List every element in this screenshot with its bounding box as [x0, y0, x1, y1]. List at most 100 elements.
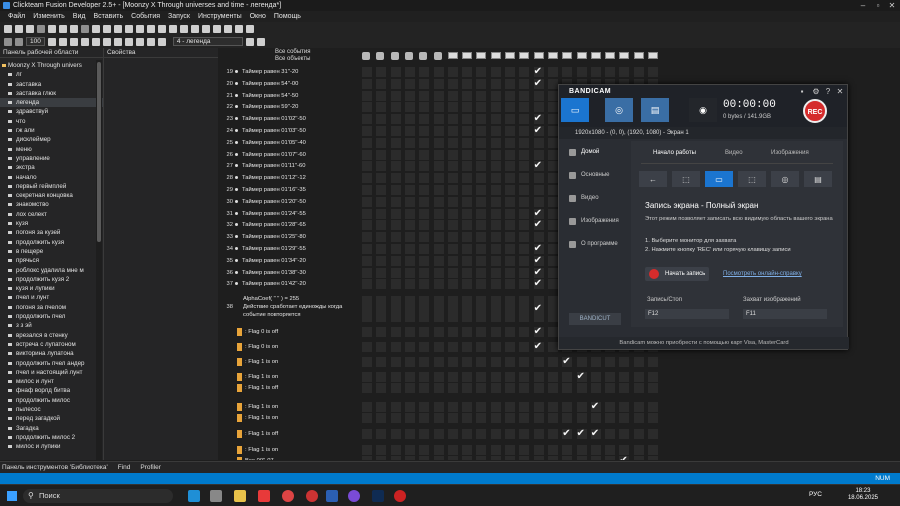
grid-cell[interactable] [419, 102, 430, 113]
maximize-icon[interactable]: ▫ [871, 0, 885, 11]
grid-cell[interactable] [619, 357, 630, 368]
grid-cell[interactable] [404, 208, 415, 219]
grid-cell[interactable] [562, 413, 573, 424]
explorer-icon[interactable] [234, 490, 246, 502]
grid-cell[interactable] [362, 232, 372, 243]
grid-cell[interactable] [419, 267, 430, 278]
bandicam-game-mode-icon[interactable]: ◎ [605, 98, 633, 122]
grid-cell[interactable] [505, 372, 515, 383]
grid-cell[interactable] [619, 402, 630, 413]
grid-cell[interactable] [419, 208, 430, 219]
grid-cell[interactable] [390, 456, 401, 460]
grid-cell[interactable] [605, 402, 616, 413]
grid-cell[interactable] [476, 149, 487, 160]
grid-cell[interactable] [648, 429, 658, 440]
grid-cell[interactable] [619, 383, 630, 394]
object-icon[interactable] [619, 52, 630, 59]
grid-cell[interactable] [619, 372, 630, 383]
grid-cell[interactable] [590, 445, 601, 456]
grid-cell[interactable] [404, 185, 415, 195]
grid-cell[interactable] [433, 372, 444, 383]
grid-cell[interactable] [547, 78, 558, 89]
build-icon[interactable] [147, 24, 155, 33]
grid-cell[interactable] [419, 78, 430, 89]
grid-cell[interactable] [376, 456, 387, 460]
layers-icon[interactable] [180, 24, 188, 33]
grid-cell[interactable] [362, 445, 372, 456]
grid-cell[interactable] [376, 429, 387, 440]
grid-cell[interactable] [505, 327, 515, 338]
pause-icon[interactable] [69, 37, 78, 46]
grid-cell[interactable] [404, 137, 415, 148]
grid-cell[interactable] [547, 244, 558, 254]
grid-cell[interactable] [390, 173, 401, 184]
grid-cell[interactable] [476, 327, 487, 338]
grid-cell[interactable] [505, 78, 515, 89]
grid-cell[interactable] [547, 90, 558, 101]
grid-cell[interactable] [490, 208, 501, 219]
copy-icon[interactable] [59, 24, 67, 33]
grid-cell[interactable] [490, 67, 501, 77]
grid-cell[interactable] [505, 196, 515, 207]
grid-cell[interactable] [590, 357, 601, 368]
grid-cell[interactable] [505, 149, 515, 160]
grid-cell[interactable] [376, 255, 387, 266]
grid-cell[interactable] [519, 114, 530, 125]
grid-cell[interactable] [476, 342, 487, 353]
grid-cell[interactable] [519, 137, 530, 148]
grid-cell[interactable] [533, 402, 544, 413]
check-icon[interactable]: ✔ [534, 78, 542, 89]
grid-cell[interactable] [433, 402, 444, 413]
grid-cell[interactable] [433, 357, 444, 368]
grid-cell[interactable] [562, 445, 573, 456]
check-icon[interactable]: ✔ [534, 342, 542, 352]
grid-cell[interactable] [476, 208, 487, 219]
grid-cell[interactable] [404, 342, 415, 353]
grid-cell[interactable] [447, 456, 458, 460]
grid-cell[interactable] [362, 279, 372, 290]
help-icon[interactable] [114, 24, 122, 33]
grid-cell[interactable] [362, 342, 372, 353]
event-condition[interactable]: Таймер равен 01'20''-50 [235, 199, 306, 205]
grid-cell[interactable] [648, 357, 658, 368]
event-condition[interactable]: Таймер равен 59''-20 [235, 104, 298, 110]
system-object-icon[interactable] [376, 52, 385, 60]
grid-cell[interactable] [419, 429, 430, 440]
grid-cell[interactable] [404, 429, 415, 440]
grid-cell[interactable] [390, 445, 401, 456]
tree-item[interactable]: милос и лупики [0, 442, 103, 451]
grid-cell[interactable] [404, 78, 415, 89]
grid-cell[interactable] [490, 137, 501, 148]
grid-cell[interactable] [433, 429, 444, 440]
grid-cell[interactable] [404, 196, 415, 207]
grid-cell[interactable] [547, 429, 558, 440]
grid-cell[interactable] [404, 267, 415, 278]
grid-cell[interactable] [447, 372, 458, 383]
tree-item[interactable]: погоня за кузей [0, 228, 103, 237]
event-condition[interactable]: Таймер равен 01'12''-12 [235, 175, 306, 181]
system-object-icon[interactable] [419, 52, 428, 60]
tree-item[interactable]: перед загадкой [0, 414, 103, 423]
grid-cell[interactable] [476, 267, 487, 278]
grid-cell[interactable] [362, 173, 372, 184]
grid-cell[interactable] [447, 161, 458, 172]
bandicam-webcam-icon[interactable]: ◉ [689, 98, 717, 122]
bandicam-tab-start[interactable]: Начало работы [653, 150, 696, 156]
grid-cell[interactable] [462, 456, 473, 460]
grid-cell[interactable] [447, 185, 458, 195]
event-condition[interactable]: Таймер равен 01'16''-35 [235, 187, 306, 193]
check-icon[interactable]: ✔ [534, 220, 542, 230]
event-condition[interactable]: Таймер равен 01'34''-20 [235, 258, 306, 264]
grid-cell[interactable] [462, 137, 473, 148]
grid-cell[interactable] [648, 383, 658, 394]
grid-cell[interactable] [505, 244, 515, 254]
grid-cell[interactable] [390, 357, 401, 368]
browser-icon[interactable] [282, 490, 294, 502]
grid-cell[interactable] [390, 196, 401, 207]
grid-cell[interactable] [404, 173, 415, 184]
properties-icon[interactable] [102, 37, 111, 46]
grid-cell[interactable] [404, 102, 415, 113]
grid-cell[interactable] [433, 67, 444, 77]
grid-cell[interactable] [376, 327, 387, 338]
grid-cell[interactable] [447, 102, 458, 113]
